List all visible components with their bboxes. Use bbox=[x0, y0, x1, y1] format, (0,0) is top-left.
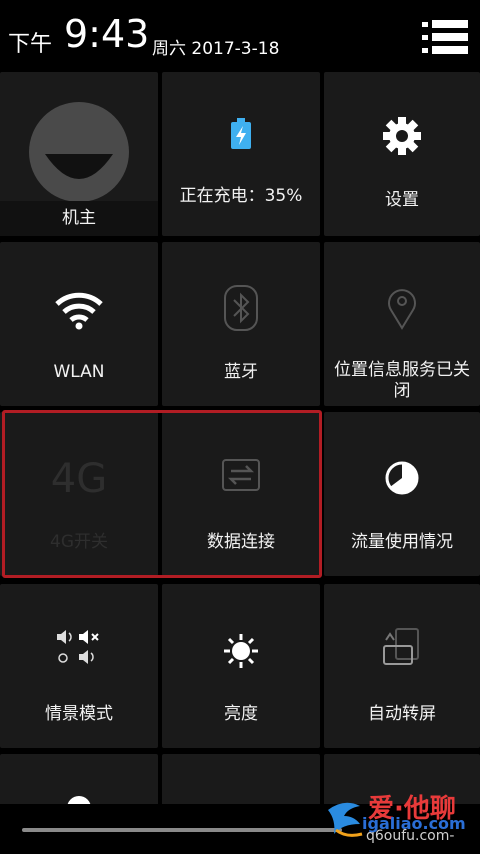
tile-wlan[interactable]: WLAN bbox=[0, 242, 158, 406]
tile-auto-rotate[interactable]: 自动转屏 bbox=[324, 584, 480, 748]
tile-bluetooth[interactable]: 蓝牙 bbox=[162, 242, 320, 406]
highlight-box bbox=[2, 410, 322, 578]
status-bar: 下午 9:43 周六 2017-3-18 bbox=[0, 0, 480, 72]
wifi-icon bbox=[55, 292, 103, 330]
status-ampm: 下午 bbox=[8, 32, 53, 57]
status-date: 周六 2017-3-18 bbox=[152, 39, 280, 59]
status-time: 9:43 bbox=[64, 12, 150, 56]
sound-profile-icon bbox=[57, 630, 99, 664]
watermark-line3: q6oufu.com- bbox=[366, 828, 455, 844]
tile-scene-mode[interactable]: 情景模式 bbox=[0, 584, 158, 748]
user-avatar-icon bbox=[29, 102, 129, 202]
tile-auto-rotate-label: 自动转屏 bbox=[368, 704, 436, 724]
tile-location-label: 位置信息服务已关闭 bbox=[334, 360, 470, 401]
gear-icon bbox=[383, 117, 421, 155]
tile-charging-label: 正在充电：35% bbox=[179, 186, 303, 206]
tile-traffic-usage[interactable]: 流量使用情况 bbox=[324, 412, 480, 576]
tile-charging[interactable]: 正在充电：35% bbox=[162, 72, 320, 236]
tile-scene-mode-label: 情景模式 bbox=[45, 704, 113, 724]
rotate-screen-icon bbox=[383, 628, 419, 665]
location-pin-icon bbox=[388, 289, 416, 330]
tile-owner-label: 机主 bbox=[0, 201, 158, 236]
list-view-icon[interactable] bbox=[420, 18, 470, 58]
tile-wlan-label: WLAN bbox=[53, 362, 105, 382]
bluetooth-icon bbox=[224, 285, 258, 331]
tile-traffic-usage-label: 流量使用情况 bbox=[351, 532, 453, 552]
quick-settings-screen: 下午 9:43 周六 2017-3-18 机主 正在充电：35% 设置 WLAN… bbox=[0, 0, 480, 854]
tile-settings[interactable]: 设置 bbox=[324, 72, 480, 236]
battery-charging-icon bbox=[231, 118, 251, 149]
tile-settings-label: 设置 bbox=[385, 190, 419, 210]
scroll-indicator bbox=[22, 828, 342, 832]
tile-brightness-label: 亮度 bbox=[224, 704, 258, 724]
tile-location[interactable]: 位置信息服务已关闭 bbox=[324, 242, 480, 406]
tile-owner[interactable]: 机主 bbox=[0, 72, 158, 236]
brightness-icon bbox=[224, 634, 258, 668]
tile-bluetooth-label: 蓝牙 bbox=[224, 362, 258, 382]
bird-logo-icon bbox=[328, 802, 363, 837]
tile-brightness[interactable]: 亮度 bbox=[162, 584, 320, 748]
watermark: 爱·他聊 igaliao.com q6oufu.com- bbox=[326, 790, 476, 850]
pie-usage-icon bbox=[385, 461, 419, 495]
